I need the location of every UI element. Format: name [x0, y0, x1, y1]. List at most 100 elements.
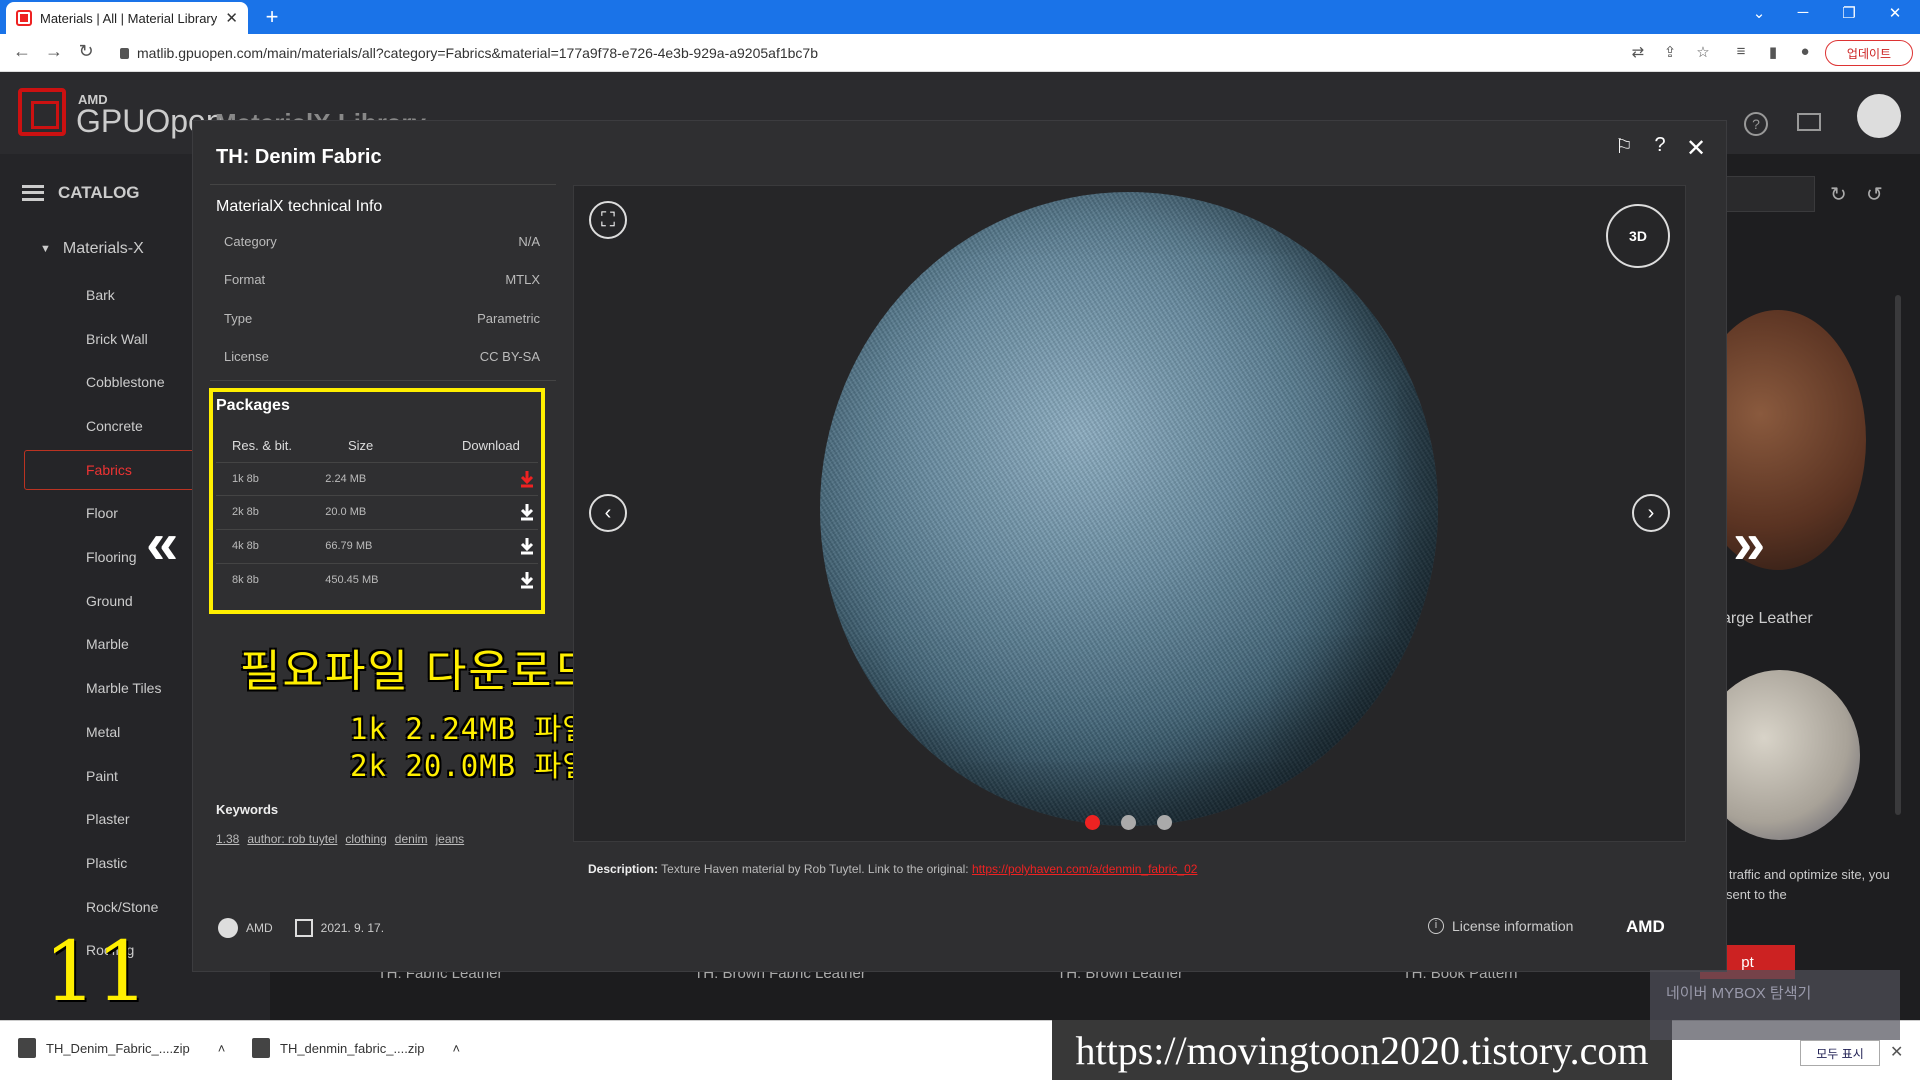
zip-file-icon: [252, 1038, 270, 1058]
sidebar-item-marble[interactable]: Marble: [86, 636, 129, 652]
download-item[interactable]: TH_denmin_fabric_....zip ˄: [252, 1038, 460, 1058]
new-tab-button[interactable]: +: [258, 4, 286, 30]
sidebar-item-plaster[interactable]: Plaster: [86, 811, 130, 827]
mybox-popup: 네이버 MYBOX 탐색기: [1650, 970, 1900, 1040]
url-field[interactable]: matlib.gpuopen.com/main/materials/all?ca…: [120, 39, 1630, 67]
carousel-dot[interactable]: [1157, 815, 1172, 830]
browser-tab[interactable]: Materials | All | Material Library ✕: [6, 2, 248, 34]
fullscreen-icon[interactable]: ⛶: [589, 201, 627, 239]
view-3d-button[interactable]: 3D: [1606, 204, 1670, 268]
carousel-dot[interactable]: [1121, 815, 1136, 830]
tree-root-materials-x[interactable]: ▼ Materials-X: [40, 240, 144, 258]
download-icon[interactable]: [516, 569, 538, 591]
keyword-link[interactable]: author: rob tuytel: [247, 832, 337, 846]
author-date-row: AMD 2021. 9. 17.: [218, 918, 384, 938]
prev-image-icon[interactable]: ‹: [589, 494, 627, 532]
restore-button[interactable]: ❐: [1834, 4, 1864, 22]
next-material-icon[interactable]: »: [1733, 510, 1765, 577]
show-all-button[interactable]: 모두 표시: [1800, 1040, 1880, 1066]
sidebar-item-bark[interactable]: Bark: [86, 287, 115, 303]
sidebar-item-brick-wall[interactable]: Brick Wall: [86, 331, 148, 347]
caret-down-icon: ▼: [40, 243, 51, 255]
info-value: Parametric: [477, 311, 540, 326]
download-icon[interactable]: [516, 501, 538, 523]
translate-icon[interactable]: ⇄: [1627, 43, 1649, 61]
mail-icon[interactable]: [1797, 113, 1821, 131]
close-download-bar-icon[interactable]: ✕: [1890, 1042, 1903, 1062]
back-icon[interactable]: ←: [10, 41, 34, 62]
update-button[interactable]: 업데이트: [1825, 40, 1913, 66]
help-icon[interactable]: ?: [1744, 112, 1768, 136]
user-avatar-icon[interactable]: [1857, 94, 1901, 138]
sidebar-item-floor[interactable]: Floor: [86, 505, 118, 521]
sidebar-item-rock-stone[interactable]: Rock/Stone: [86, 899, 158, 915]
chevron-up-icon[interactable]: ˄: [453, 1041, 461, 1056]
previous-material-icon[interactable]: «: [146, 510, 178, 577]
info-label: License: [224, 349, 269, 364]
packages-table-header: Res. & bit. Size Download: [232, 438, 528, 453]
feedback-icon[interactable]: ⚐: [1612, 134, 1636, 158]
download-icon[interactable]: [516, 468, 538, 490]
download-icon[interactable]: [516, 535, 538, 557]
keyword-link[interactable]: clothing: [345, 832, 386, 846]
material-label[interactable]: TH: Brown Fabric Leather: [610, 965, 950, 1020]
sidebar-item-marble-tiles[interactable]: Marble Tiles: [86, 680, 161, 696]
sidebar-item-metal[interactable]: Metal: [86, 724, 120, 740]
forward-icon[interactable]: →: [42, 41, 66, 62]
catalog-header[interactable]: CATALOG: [22, 183, 140, 203]
package-res: 4k 8b: [232, 540, 259, 552]
sidebar-item-concrete[interactable]: Concrete: [86, 418, 143, 434]
minimize-button[interactable]: ─: [1788, 4, 1818, 21]
history-icon[interactable]: ↺: [1866, 182, 1883, 207]
reload-icon[interactable]: ↻: [74, 41, 98, 62]
info-value: MTLX: [505, 272, 540, 287]
package-size: 66.79 MB: [325, 540, 373, 552]
chevron-up-icon[interactable]: ˄: [218, 1041, 226, 1056]
sidebar-item-ground[interactable]: Ground: [86, 593, 133, 609]
refresh-icon[interactable]: ↻: [1830, 182, 1847, 207]
original-link[interactable]: https://polyhaven.com/a/denmin_fabric_02: [972, 862, 1197, 876]
package-size: 450.45 MB: [325, 574, 379, 586]
carousel-dot-active[interactable]: [1085, 815, 1100, 830]
info-icon: i: [1428, 918, 1444, 934]
help-icon[interactable]: ?: [1648, 134, 1672, 158]
side-panel-icon[interactable]: ▮: [1762, 43, 1784, 61]
download-item[interactable]: TH_Denim_Fabric_....zip ˄: [18, 1038, 225, 1058]
material-label[interactable]: TH: Book Pattern: [1290, 965, 1630, 1020]
description: Description: Texture Haven material by R…: [588, 862, 1197, 876]
sidebar-item-cobblestone[interactable]: Cobblestone: [86, 374, 165, 390]
package-row: 8k 8b 450.45 MB: [216, 563, 538, 596]
license-info[interactable]: i License information: [1428, 918, 1573, 934]
package-size: 20.0 MB: [325, 506, 367, 518]
profile-icon[interactable]: ●: [1794, 43, 1816, 60]
sidebar-item-fabrics[interactable]: Fabrics: [86, 462, 132, 478]
close-modal-icon[interactable]: ✕: [1684, 134, 1708, 162]
denim-sphere-preview[interactable]: [820, 192, 1438, 826]
calendar-icon: [294, 919, 313, 937]
address-bar-row: ← → ↻ matlib.gpuopen.com/main/materials/…: [0, 34, 1920, 72]
sidebar-item-paint[interactable]: Paint: [86, 768, 118, 784]
publish-date: 2021. 9. 17.: [320, 921, 385, 935]
close-tab-icon[interactable]: ✕: [225, 9, 238, 27]
next-image-icon[interactable]: ›: [1632, 494, 1670, 532]
column-header: Res. & bit.: [232, 438, 292, 453]
keyword-link[interactable]: jeans: [435, 832, 464, 846]
share-icon[interactable]: ⇪: [1659, 43, 1681, 61]
material-label[interactable]: TH: Fabric Leather: [270, 965, 610, 1020]
sidebar-item-flooring[interactable]: Flooring: [86, 549, 137, 565]
reading-list-icon[interactable]: ≡: [1730, 43, 1752, 60]
catalog-label: CATALOG: [58, 183, 140, 202]
material-label[interactable]: TH: Brown Leather: [950, 965, 1290, 1020]
sidebar-item-plastic[interactable]: Plastic: [86, 855, 127, 871]
gpuopen-logo[interactable]: [18, 88, 66, 136]
keywords-header: Keywords: [216, 802, 279, 817]
column-header: Download: [462, 438, 520, 453]
column-header: Size: [348, 438, 374, 453]
close-window-button[interactable]: ✕: [1880, 4, 1910, 22]
keyword-link[interactable]: 1.38: [216, 832, 239, 846]
bookmark-star-icon[interactable]: ☆: [1692, 43, 1714, 61]
scrollbar[interactable]: [1895, 295, 1901, 815]
keyword-link[interactable]: denim: [395, 832, 428, 846]
update-label: 업데이트: [1846, 46, 1892, 61]
tab-search-icon[interactable]: ⌄: [1744, 4, 1774, 22]
